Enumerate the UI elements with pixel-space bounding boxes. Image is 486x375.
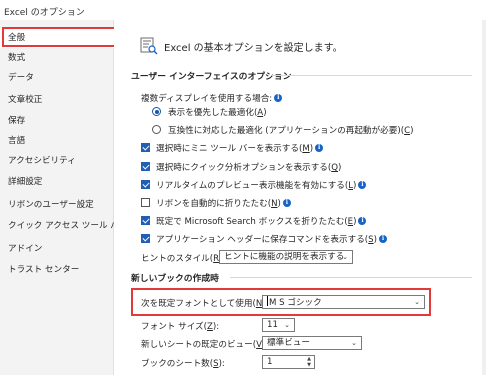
checkbox-save-in-header-label[interactable]: アプリケーション ヘッダーに保存コマンドを表示する(S) i — [156, 233, 387, 245]
chevron-down-icon: ⌄ — [351, 339, 357, 347]
sidebar-nav: 全般 数式 データ 文章校正 保存 言語 アクセシビリティ 詳細設定 リボンのユ… — [0, 20, 120, 375]
checkbox-quick-analysis-label[interactable]: 選択時にクイック分析オプションを表示する(Q) — [156, 161, 341, 173]
checkbox-mini-toolbar-label[interactable]: 選択時にミニ ツール バーを表示する(M) i — [156, 142, 324, 154]
radio-optimize-appearance-label[interactable]: 表示を優先した最適化(A) — [168, 106, 267, 118]
sidebar-item-formulas[interactable]: 数式 — [0, 48, 114, 68]
radio-optimize-compatibility-label[interactable]: 互換性に対応した最適化 (アプリケーションの再起動が必要)(C) — [168, 124, 413, 136]
options-content: Excel の基本オプションを設定します。 ユーザー インターフェイスのオプショ… — [114, 20, 486, 375]
checkbox-save-in-header[interactable] — [141, 234, 150, 243]
chevron-down-icon: ⌄ — [414, 298, 420, 306]
info-icon: i — [315, 144, 324, 152]
sidebar-item-accessibility[interactable]: アクセシビリティ — [0, 151, 114, 171]
sheet-count-label: ブックのシート数(S): — [141, 359, 225, 369]
checkbox-auto-collapse-ribbon-label[interactable]: リボンを自動的に折りたたむ(N) i — [156, 197, 291, 209]
window-title: Excel のオプション — [4, 8, 85, 18]
sidebar-item-quick-access-toolbar[interactable]: クイック アクセス ツール バー — [0, 216, 114, 236]
sidebar-item-save[interactable]: 保存 — [0, 111, 114, 131]
section-divider — [272, 75, 472, 76]
section-title-new-workbook: 新しいブックの作成時 — [131, 274, 219, 284]
chevron-down-icon: ⌄ — [284, 321, 290, 329]
default-font-label: 次を既定フォントとして使用(N): — [141, 299, 269, 309]
default-view-dropdown[interactable]: 標準ビュー ⌄ — [262, 336, 362, 350]
info-icon: i — [274, 94, 283, 102]
multi-display-label: 複数ディスプレイを使用する場合: i — [141, 92, 283, 104]
radio-optimize-compatibility[interactable] — [152, 125, 161, 134]
checkbox-auto-collapse-ribbon[interactable] — [141, 198, 150, 207]
info-icon: i — [358, 181, 367, 189]
spinner-down-icon[interactable]: ▼ — [307, 363, 311, 368]
checkbox-collapse-search-box-label[interactable]: 既定で Microsoft Search ボックスを折りたたむ(E) i — [156, 215, 367, 227]
sidebar-item-language[interactable]: 言語 — [0, 131, 114, 151]
font-size-dropdown[interactable]: 11 ⌄ — [262, 318, 295, 332]
section-title-ui-options: ユーザー インターフェイスのオプション — [131, 72, 292, 82]
checkbox-live-preview[interactable] — [141, 180, 150, 189]
default-font-dropdown[interactable]: M S ゴシック ⌄ — [262, 295, 425, 309]
chevron-down-icon: ⌄ — [342, 253, 348, 261]
sidebar-item-general[interactable]: 全般 — [0, 28, 114, 48]
info-icon: i — [379, 235, 387, 243]
sidebar-item-trust-center[interactable]: トラスト センター — [0, 260, 114, 280]
radio-optimize-appearance[interactable] — [152, 107, 161, 116]
section-divider — [230, 277, 472, 278]
checkbox-collapse-search-box[interactable] — [141, 216, 150, 225]
sidebar-item-data[interactable]: データ — [0, 68, 114, 88]
text-cursor — [267, 296, 268, 306]
sidebar-item-advanced[interactable]: 詳細設定 — [0, 172, 114, 192]
page-header: Excel の基本オプションを設定します。 — [164, 43, 343, 54]
tooltip-style-dropdown[interactable]: ヒントに機能の説明を表示する ⌄ — [219, 250, 353, 264]
default-view-label: 新しいシートの既定のビュー(V): — [141, 340, 268, 350]
checkbox-mini-toolbar[interactable] — [141, 143, 150, 152]
sidebar-item-addins[interactable]: アドイン — [0, 239, 114, 259]
vertical-scrollbar[interactable] — [482, 20, 486, 375]
sheet-count-spinner[interactable]: 1 ▲ ▼ — [262, 355, 315, 369]
checkbox-live-preview-label[interactable]: リアルタイムのプレビュー表示機能を有効にする(L) i — [156, 179, 367, 191]
tooltip-style-label: ヒントのスタイル(R): — [141, 254, 225, 264]
info-icon: i — [358, 217, 367, 225]
sidebar-item-proofing[interactable]: 文章校正 — [0, 90, 114, 110]
checkbox-quick-analysis[interactable] — [141, 162, 150, 171]
options-page-icon — [140, 37, 158, 55]
font-size-label: フォント サイズ(Z): — [141, 322, 220, 332]
info-icon: i — [282, 199, 291, 207]
sidebar-item-customize-ribbon[interactable]: リボンのユーザー設定 — [0, 195, 114, 215]
